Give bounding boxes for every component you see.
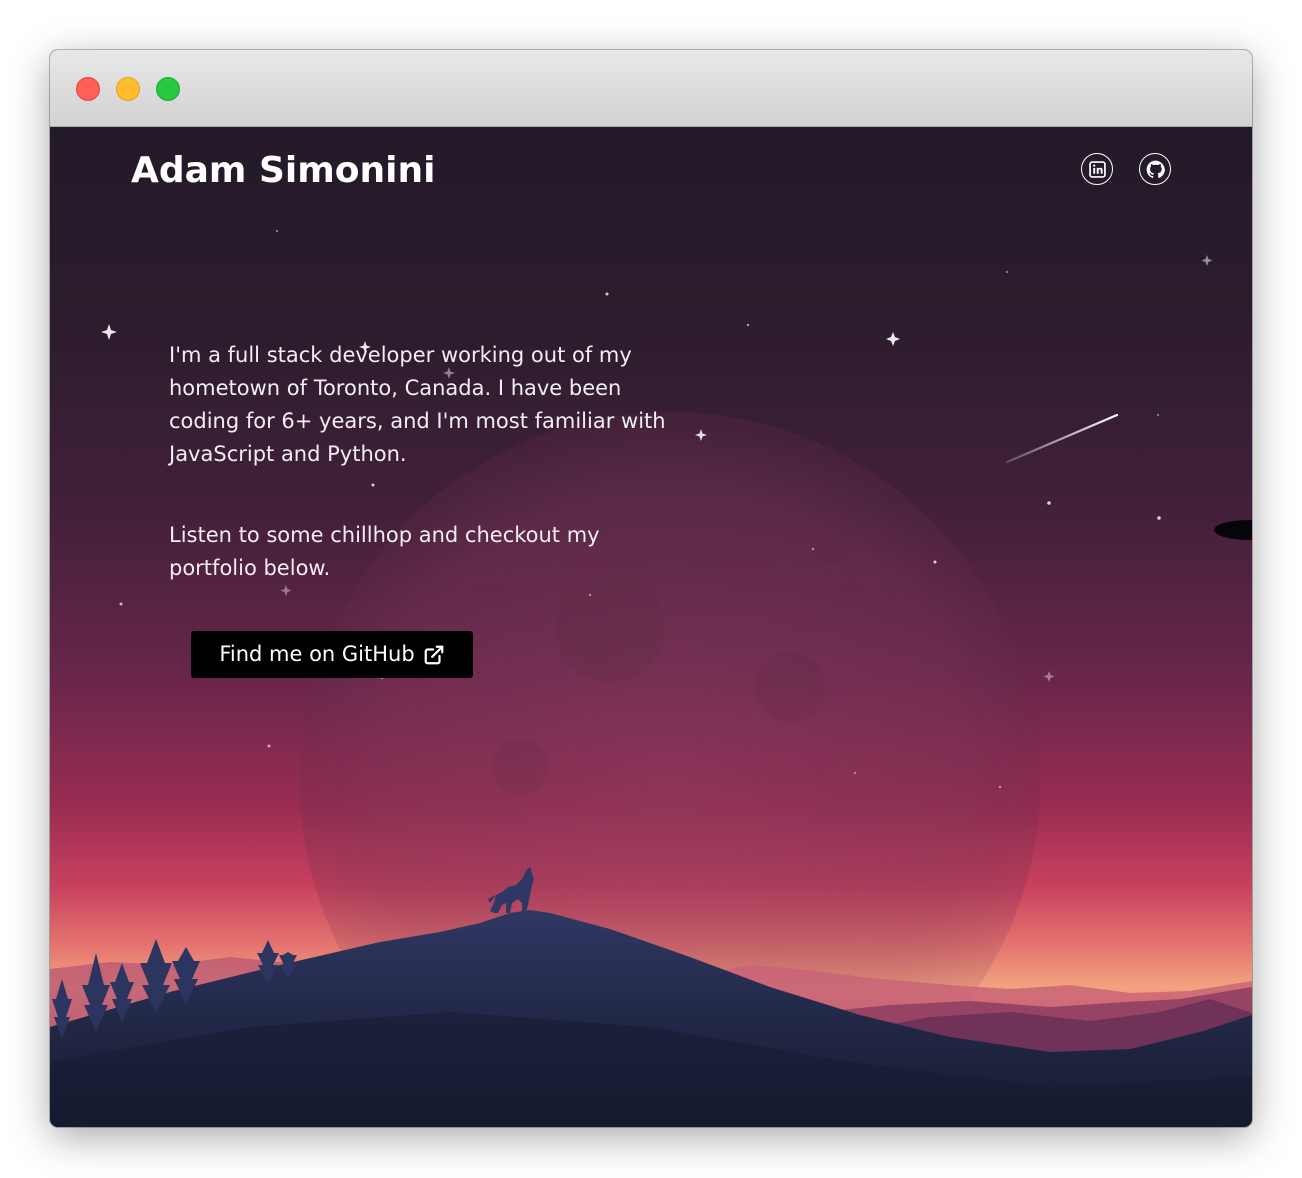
night-sky-landscape-background [50, 127, 1252, 1127]
github-link[interactable] [1139, 153, 1171, 185]
maximize-window-button[interactable] [156, 77, 180, 101]
linkedin-icon [1088, 160, 1106, 178]
site-title: Adam Simonini [131, 150, 436, 191]
close-window-button[interactable] [76, 77, 100, 101]
intro-section: I'm a full stack developer working out o… [169, 339, 679, 585]
github-icon [1146, 160, 1165, 179]
github-cta-button[interactable]: Find me on GitHub [191, 631, 473, 678]
intro-paragraph-chillhop: Listen to some chillhop and checkout my … [169, 523, 600, 580]
intro-paragraph: I'm a full stack developer working out o… [169, 343, 666, 466]
browser-window: Adam Simonini I'm a full stack developer… [50, 50, 1252, 1127]
page-viewport: Adam Simonini I'm a full stack developer… [50, 127, 1252, 1127]
external-link-icon [423, 644, 445, 666]
linkedin-link[interactable] [1081, 153, 1113, 185]
window-titlebar [50, 50, 1252, 127]
github-cta-label: Find me on GitHub [219, 642, 415, 666]
minimize-window-button[interactable] [116, 77, 140, 101]
